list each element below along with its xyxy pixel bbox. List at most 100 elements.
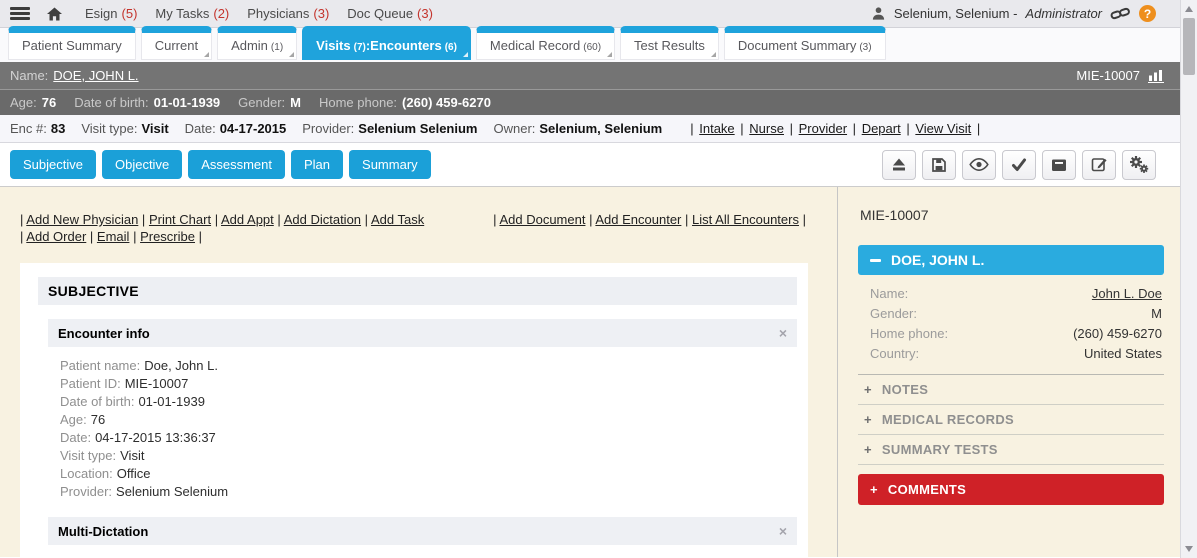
section-label: COMMENTS: [888, 482, 966, 497]
chart-id: MIE-10007: [1076, 68, 1140, 83]
scrollbar-thumb[interactable]: [1183, 18, 1195, 75]
eye-icon[interactable]: [962, 150, 996, 180]
enc-field: Provider:Selenium Selenium: [302, 121, 477, 136]
add-new-physician-link[interactable]: Add New Physician: [26, 212, 138, 227]
section-title: SUBJECTIVE: [38, 277, 797, 305]
separator: |: [20, 212, 23, 227]
separator: |: [365, 212, 368, 227]
separator: |: [142, 212, 145, 227]
field-row: Patient name:Doe, John L.: [60, 357, 797, 375]
quick-links-left: | Add New Physician | Print Chart | Add …: [20, 211, 424, 228]
intake-link[interactable]: Intake: [699, 121, 734, 136]
user-area: Selenium, Selenium - Administrator ?: [871, 5, 1156, 22]
eject-icon[interactable]: [882, 150, 916, 180]
field-row: Visit type:Visit: [60, 447, 797, 465]
assessment-button[interactable]: Assessment: [188, 150, 285, 179]
summary-button[interactable]: Summary: [349, 150, 431, 179]
quick-links-right: | Add Document | Add Encounter | List Al…: [493, 211, 806, 228]
close-icon[interactable]: ×: [779, 523, 787, 539]
separator: |: [685, 212, 688, 227]
sidebar-patient-header[interactable]: DOE, JOHN L.: [858, 245, 1164, 275]
separator: |: [977, 121, 980, 136]
prescribe-link[interactable]: Prescribe: [140, 229, 195, 244]
sidebar-name-link[interactable]: John L. Doe: [1092, 284, 1162, 304]
separator: |: [803, 212, 806, 227]
tab-document-summary[interactable]: Document Summary(3): [724, 26, 886, 60]
patient-name-link[interactable]: DOE, JOHN L.: [53, 68, 138, 83]
note-card: SUBJECTIVE Encounter info × Patient name…: [20, 263, 808, 557]
tab-count: (3): [859, 42, 871, 53]
nav-label: Esign: [85, 6, 118, 21]
tab-test-results[interactable]: Test Results: [620, 26, 719, 60]
tab-count: (6): [445, 42, 457, 53]
field-row: Patient ID:MIE-10007: [60, 375, 797, 393]
encounter-bar: Enc #:83 Visit type:Visit Date:04-17-201…: [0, 115, 1180, 143]
section-label: NOTES: [882, 382, 928, 397]
tab-menu-corner-icon: [711, 52, 716, 57]
scroll-up-icon[interactable]: [1185, 6, 1193, 12]
help-icon[interactable]: ?: [1139, 5, 1156, 22]
separator: |: [277, 212, 280, 227]
subjective-button[interactable]: Subjective: [10, 150, 96, 179]
add-dictation-link[interactable]: Add Dictation: [284, 212, 361, 227]
hamburger-icon[interactable]: [10, 7, 30, 20]
demo-field: Gender:M: [238, 95, 301, 110]
nav-doc-queue[interactable]: Doc Queue(3): [347, 6, 433, 21]
scroll-down-icon[interactable]: [1185, 546, 1193, 552]
tab-label: Test Results: [634, 38, 705, 53]
provider-link[interactable]: Provider: [799, 121, 847, 136]
nurse-link[interactable]: Nurse: [749, 121, 784, 136]
plan-button[interactable]: Plan: [291, 150, 343, 179]
bar-chart-icon[interactable]: [1148, 69, 1166, 83]
objective-button[interactable]: Objective: [102, 150, 182, 179]
tab-patient-summary[interactable]: Patient Summary: [8, 26, 136, 60]
gears-icon[interactable]: [1122, 150, 1156, 180]
add-task-link[interactable]: Add Task: [371, 212, 424, 227]
tab-menu-corner-icon: [204, 52, 209, 57]
nav-physicians[interactable]: Physicians(3): [247, 6, 329, 21]
sidebar-section-comments[interactable]: + COMMENTS: [858, 474, 1164, 505]
home-icon[interactable]: [46, 6, 63, 22]
encounter-info-panel-header[interactable]: Encounter info ×: [48, 319, 797, 347]
separator: |: [90, 229, 93, 244]
tab-admin[interactable]: Admin(1): [217, 26, 297, 60]
list-all-encounters-link[interactable]: List All Encounters: [692, 212, 799, 227]
plus-icon: +: [870, 482, 878, 497]
content-area: | Add New Physician | Print Chart | Add …: [0, 186, 1180, 557]
tab-menu-corner-icon: [607, 52, 612, 57]
view-visit-link[interactable]: View Visit: [915, 121, 971, 136]
separator: |: [740, 121, 743, 136]
email-link[interactable]: Email: [97, 229, 130, 244]
tab-visits-encounters[interactable]: Visits(7):Encounters(6): [302, 26, 471, 60]
save-icon[interactable]: [922, 150, 956, 180]
sidebar-field-row: Country:United States: [870, 344, 1162, 364]
enc-field: Enc #:83: [10, 121, 65, 136]
add-order-link[interactable]: Add Order: [26, 229, 86, 244]
add-appt-link[interactable]: Add Appt: [221, 212, 274, 227]
note-toolbar: Subjective Objective Assessment Plan Sum…: [0, 143, 1180, 186]
panel-title: Encounter info: [58, 326, 150, 341]
tab-medical-record[interactable]: Medical Record(60): [476, 26, 615, 60]
tab-current[interactable]: Current: [141, 26, 212, 60]
sidebar-patient-fields: Name:John L. Doe Gender:M Home phone:(26…: [858, 275, 1164, 375]
close-icon[interactable]: ×: [779, 325, 787, 341]
print-chart-link[interactable]: Print Chart: [149, 212, 211, 227]
encounter-stage-links: | Intake | Nurse | Provider | Depart | V…: [690, 121, 980, 136]
multi-dictation-panel-header[interactable]: Multi-Dictation ×: [48, 517, 797, 545]
sidebar-section-medical-records[interactable]: +MEDICAL RECORDS: [858, 405, 1164, 435]
tab-label: Visits: [316, 38, 350, 53]
sidebar-section-notes[interactable]: +NOTES: [858, 375, 1164, 405]
separator: |: [133, 229, 136, 244]
add-document-link[interactable]: Add Document: [499, 212, 585, 227]
link-icon[interactable]: [1110, 6, 1131, 21]
nav-my-tasks[interactable]: My Tasks(2): [155, 6, 229, 21]
add-encounter-link[interactable]: Add Encounter: [595, 212, 681, 227]
archive-icon[interactable]: [1042, 150, 1076, 180]
depart-link[interactable]: Depart: [862, 121, 901, 136]
demo-field: Age:76: [10, 95, 56, 110]
nav-esign[interactable]: Esign(5): [85, 6, 137, 21]
vertical-scrollbar[interactable]: [1180, 0, 1197, 558]
edit-icon[interactable]: [1082, 150, 1116, 180]
sidebar-section-summary-tests[interactable]: +SUMMARY TESTS: [858, 435, 1164, 465]
check-icon[interactable]: [1002, 150, 1036, 180]
